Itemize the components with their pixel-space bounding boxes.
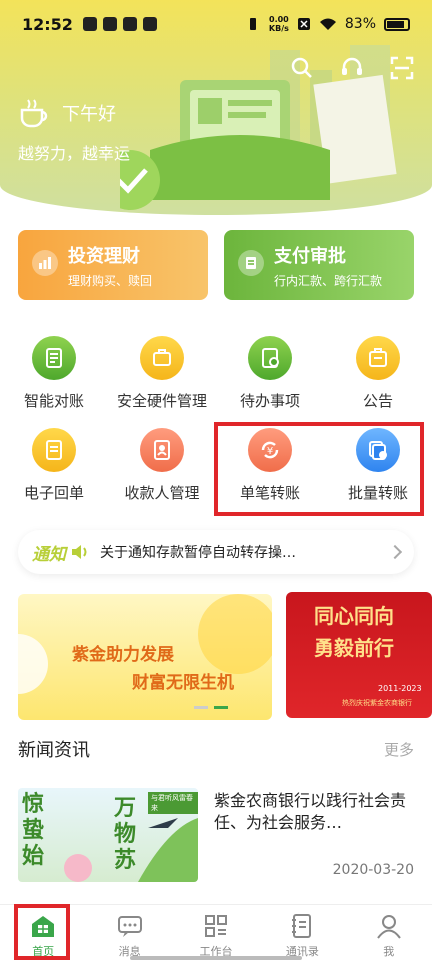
carousel-dot [194,706,208,709]
func-label: 安全硬件管理 [116,392,207,410]
tiktok-icon [102,17,117,31]
func-label: 电子回单 [23,484,84,502]
slogan-text: 越努力，越幸运 [18,144,131,163]
banner-slide-2[interactable]: 同心同向 勇毅前行 2011-2023 热烈庆祝紫金农商银行 [286,592,432,718]
func-label: 智能对账 [23,392,84,410]
message-icon [117,916,142,937]
status-right: 0.00 KB/s 83% [245,15,410,33]
news-item[interactable]: 惊蛰始 万物苏 与君听风雷春来 紫金农商银行以践行社会责任、为社会服务… 202… [18,788,414,882]
battery-percent: 83% [344,16,376,32]
slide1-line1: 紫金助力发展 [72,645,174,665]
func-label: 收款人管理 [124,484,200,502]
slide2-years: 2011-2023 [378,684,422,693]
slide2-line2: 勇毅前行 [314,636,394,660]
func-e-receipt[interactable]: 电子回单 [0,422,108,514]
workbench-icon [204,915,227,937]
function-row-1: 智能对账 安全硬件管理 待办事项 公告 [0,330,432,422]
func-payee-manage[interactable]: 收款人管理 [108,422,216,514]
search-icon[interactable] [290,56,314,80]
promo-title: 支付审批 [274,246,346,267]
news-header: 新闻资讯 更多 [18,736,414,762]
func-hardware-manage[interactable]: 安全硬件管理 [108,330,216,422]
func-announcement[interactable]: 公告 [324,330,432,422]
announcement-icon [356,336,400,380]
transfer-highlight-box [214,422,424,516]
func-smart-reconcile[interactable]: 智能对账 [0,330,108,422]
promo-investment[interactable]: 投资理财 理财购买、赎回 [18,230,208,300]
carousel-dot-active [214,706,228,709]
header: 12:52 0.00 KB/s 83% 下午好 越努力，越幸运 [0,0,432,215]
news-thumbnail: 惊蛰始 万物苏 与君听风雷春来 [18,788,198,882]
promo-title: 投资理财 [68,246,140,267]
battery-icon [384,17,410,31]
thumb-text-2: 万物苏 [114,796,137,873]
net-speed: 0.00 KB/s [268,15,289,33]
thumb-badge: 与君听风雷春来 [148,792,198,814]
notice-bar[interactable]: 通知 关于通知存款暂停自动转存操… [18,530,414,574]
chart-bar-icon [32,250,58,276]
greeting-text: 下午好 [62,104,116,125]
wechat-icon [122,17,137,31]
scan-icon[interactable] [390,56,414,80]
approval-doc-icon [238,250,264,276]
profile-icon [376,915,401,939]
promo-payment-approval[interactable]: 支付审批 行内汇款、跨行汇款 [224,230,414,300]
thumb-text-1: 惊蛰始 [22,792,45,869]
vibrate-icon [249,18,256,30]
banner-slide-1[interactable]: 紫金助力发展 财富无限生机 [18,594,272,720]
wifi-icon [319,18,336,30]
greeting: 下午好 越努力，越幸运 [18,98,130,164]
promo-subtitle: 理财购买、赎回 [68,274,153,288]
home-highlight-box [14,904,70,960]
func-todo[interactable]: 待办事项 [216,330,324,422]
news-section-title: 新闻资讯 [18,740,90,761]
news-date: 2020-03-20 [332,862,414,878]
app-notification-icon [82,17,97,31]
app-icon [142,17,157,31]
tab-me[interactable]: 我 [346,905,432,964]
no-sim-icon [297,18,310,30]
slide2-caption: 热烈庆祝紫金农商银行 [342,699,412,707]
status-bar: 12:52 0.00 KB/s 83% [0,0,432,48]
news-headline: 紫金农商银行以践行社会责任、为社会服务… [214,791,407,832]
customer-service-icon[interactable] [340,56,364,80]
contacts-icon [292,914,312,938]
carousel-dots [194,706,228,709]
tab-label: 我 [383,945,395,958]
promo-subtitle: 行内汇款、跨行汇款 [274,274,383,288]
banner-carousel[interactable]: 紫金助力发展 财富无限生机 同心同向 勇毅前行 2011-2023 热烈庆祝紫金… [18,592,432,722]
chevron-right-icon [387,544,403,560]
status-time: 12:52 [22,14,73,34]
status-notification-icons [82,17,157,31]
todo-icon [248,336,292,380]
notice-text: 关于通知存款暂停自动转存操… [100,545,296,561]
promo-row: 投资理财 理财购买、赎回 支付审批 行内汇款、跨行汇款 [18,230,414,300]
notice-tag: 通知 [32,544,66,565]
payee-icon [140,428,184,472]
gesture-bar[interactable] [130,956,302,960]
news-more-link[interactable]: 更多 [384,739,414,760]
func-label: 公告 [362,392,393,410]
speaker-icon [72,545,87,559]
receipt-icon [32,428,76,472]
reconcile-icon [32,336,76,380]
slide2-line1: 同心同向 [314,604,394,628]
coffee-cup-icon [20,99,48,128]
hardware-icon [140,336,184,380]
func-label: 待办事项 [239,392,300,410]
slide1-line2: 财富无限生机 [132,673,234,693]
top-actions [290,56,414,80]
